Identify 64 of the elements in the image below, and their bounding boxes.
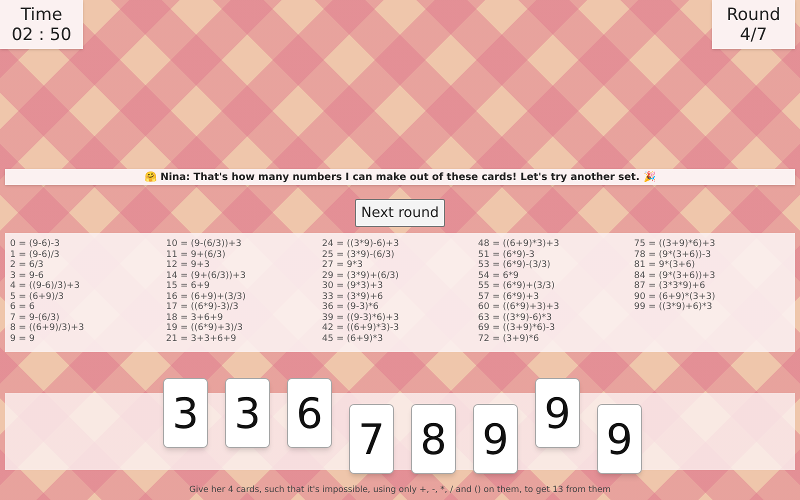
solution-line: 78 = (9*(3+6))-3 xyxy=(634,250,712,260)
solution-line: 6 = 6 xyxy=(10,302,36,312)
instruction-text: Give her 4 cards, such that it's impossible, using only +, -, *, / and () on them, to get 13 from them xyxy=(189,484,611,497)
solution-line: 25 = (3*9)-(6/3) xyxy=(322,250,396,260)
number-card[interactable]: 9 xyxy=(597,404,642,474)
solution-line: 19 = ((6*9)+3)/3 xyxy=(166,323,244,334)
number-card[interactable]: 3 xyxy=(163,378,208,448)
solution-line: 7 = 9-(6/3) xyxy=(10,312,60,323)
solution-line: 18 = 3+6+9 xyxy=(166,312,224,323)
solution-line: 33 = (3*9)+6 xyxy=(322,292,384,302)
solution-line: 60 = ((6*9)+3)+3 xyxy=(478,302,560,312)
solution-line: 9 = 9 xyxy=(10,334,36,344)
number-card[interactable]: 3 xyxy=(225,378,270,448)
solution-line: 29 = (3*9)+(6/3) xyxy=(322,270,400,281)
solution-line: 27 = 9*3 xyxy=(322,260,364,270)
solution-line: 72 = (3+9)*6 xyxy=(478,334,540,344)
solution-line: 0 = (9-6)-3 xyxy=(10,239,61,250)
solution-line: 3 = 9-6 xyxy=(10,270,45,281)
solution-line: 53 = (6*9)-(3/3) xyxy=(478,260,552,270)
solution-line: 39 = ((9-3)*6)+3 xyxy=(322,312,400,323)
solution-line: 2 = 6/3 xyxy=(10,260,44,270)
solution-line: 63 = ((3*9)-6)*3 xyxy=(478,312,553,323)
solution-line: 11 = 9+(6/3) xyxy=(166,250,226,260)
solution-line: 21 = 3+3+6+9 xyxy=(166,334,238,344)
solution-line: 4 = ((9-6)/3)+3 xyxy=(10,281,81,292)
emoji-icon: 🤗 xyxy=(144,170,156,184)
solution-line: 12 = 9+3 xyxy=(166,260,211,270)
solution-line: 10 = (9-(6/3))+3 xyxy=(166,239,242,250)
message-text: Nina: That's how many numbers I can make out of these cards! Let's try another set. xyxy=(160,170,640,184)
solution-line: 36 = (9-3)*6 xyxy=(322,302,380,312)
solution-line: 1 = (9-6)/3 xyxy=(10,250,60,260)
solution-line: 14 = (9+(6/3))+3 xyxy=(166,270,247,281)
solution-line: 87 = (3*3*9)+6 xyxy=(634,281,706,292)
timer-label: Time xyxy=(20,4,62,24)
solution-line: 57 = (6*9)+3 xyxy=(478,292,540,302)
solution-line: 15 = 6+9 xyxy=(166,281,211,292)
solution-line: 30 = (9*3)+3 xyxy=(322,281,384,292)
party-icon: 🎉 xyxy=(644,170,656,184)
timer-value: 02 : 50 xyxy=(12,24,72,44)
solution-line: 81 = 9*(3+6) xyxy=(634,260,696,270)
solution-line: 90 = (6+9)*(3+3) xyxy=(634,292,716,302)
solution-line: 99 = ((3*9)+6)*3 xyxy=(634,302,714,312)
next-round-button[interactable]: Next round xyxy=(355,199,445,227)
solution-line: 24 = ((3*9)-6)+3 xyxy=(322,239,400,250)
solution-line: 8 = ((6+9)/3)+3 xyxy=(10,323,86,334)
number-card[interactable]: 6 xyxy=(287,378,332,448)
solution-line: 51 = (6*9)-3 xyxy=(478,250,536,260)
solution-line: 54 = 6*9 xyxy=(478,270,520,281)
round-label: Round xyxy=(726,4,780,24)
solution-line: 16 = (6+9)+(3/3) xyxy=(166,292,247,302)
number-card[interactable]: 8 xyxy=(411,404,456,474)
solution-line: 42 = ((6+9)*3)-3 xyxy=(322,323,400,334)
solution-line: 84 = (9*(3+6))+3 xyxy=(634,270,716,281)
solution-line: 5 = (6+9)/3 xyxy=(10,292,65,302)
solution-line: 48 = ((6+9)*3)+3 xyxy=(478,239,560,250)
round-value: 4/7 xyxy=(740,24,768,44)
solution-line: 69 = ((3+9)*6)-3 xyxy=(478,323,556,334)
number-card[interactable]: 9 xyxy=(473,404,518,474)
solution-line: 75 = ((3+9)*6)+3 xyxy=(634,239,716,250)
solution-line: 17 = ((6*9)-3)/3 xyxy=(166,302,240,312)
solution-line: 55 = (6*9)+(3/3) xyxy=(478,281,556,292)
number-card[interactable]: 7 xyxy=(349,404,394,474)
number-card[interactable]: 9 xyxy=(535,378,580,448)
solution-line: 45 = (6+9)*3 xyxy=(322,334,384,344)
